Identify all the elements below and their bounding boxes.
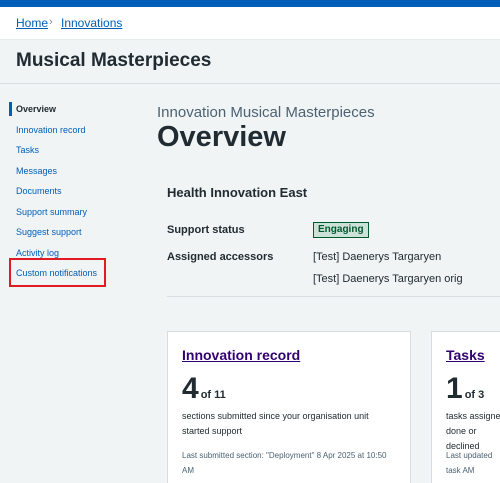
sections-count: 4 of 11 — [182, 372, 226, 406]
highlight-annotation-box — [9, 258, 106, 287]
chevron-right-icon: › — [49, 16, 53, 28]
count-total: of 3 — [464, 389, 485, 401]
tasks-link[interactable]: Tasks — [446, 347, 485, 363]
sidebar-item-activity-log[interactable]: Activity log — [16, 248, 59, 258]
assigned-accessors-label: Assigned accessors — [167, 251, 274, 263]
tasks-count: 1 of 3 — [446, 372, 484, 406]
innovation-record-card: Innovation record 4 of 11 sections submit… — [167, 331, 411, 483]
card-meta: Last updated task AM — [446, 451, 493, 475]
status-badge: Engaging — [313, 222, 369, 238]
breadcrumb-innovations-link[interactable]: Innovations — [61, 16, 122, 30]
card-meta: Last submitted section: "Deployment" 8 A… — [182, 451, 387, 475]
count-value: 4 — [182, 372, 199, 405]
support-status-label: Support status — [167, 224, 245, 236]
sidebar-item-suggest-support[interactable]: Suggest support — [16, 227, 82, 237]
sidebar-item-messages[interactable]: Messages — [16, 166, 57, 176]
accessor-name: [Test] Daenerys Targaryen orig — [313, 273, 463, 285]
organisation-name: Health Innovation East — [167, 185, 308, 200]
page-title: Musical Masterpieces — [16, 50, 212, 71]
count-value: 1 — [446, 372, 463, 405]
top-brand-bar — [0, 0, 500, 7]
accessor-name: [Test] Daenerys Targaryen — [313, 251, 442, 263]
card-description: sections submitted since your organisati… — [182, 411, 369, 436]
section-divider — [167, 296, 500, 297]
breadcrumb-home-link[interactable]: Home — [16, 16, 48, 30]
breadcrumb: Home › Innovations — [0, 7, 500, 40]
count-total: of 11 — [200, 389, 226, 401]
innovation-subtitle: Innovation Musical Masterpieces — [157, 104, 375, 121]
tasks-card: Tasks 1 of 3 tasks assigned done or decli… — [431, 331, 500, 483]
innovation-record-link[interactable]: Innovation record — [182, 347, 300, 363]
sidebar-item-documents[interactable]: Documents — [16, 186, 62, 196]
sidebar-item-support-summary[interactable]: Support summary — [16, 207, 87, 217]
header-divider — [0, 83, 500, 84]
sidebar-item-tasks[interactable]: Tasks — [16, 145, 39, 155]
active-indicator — [9, 102, 12, 116]
section-title: Overview — [157, 121, 286, 153]
sidebar-item-innovation-record[interactable]: Innovation record — [16, 125, 86, 135]
sidebar-item-overview[interactable]: Overview — [16, 104, 56, 114]
